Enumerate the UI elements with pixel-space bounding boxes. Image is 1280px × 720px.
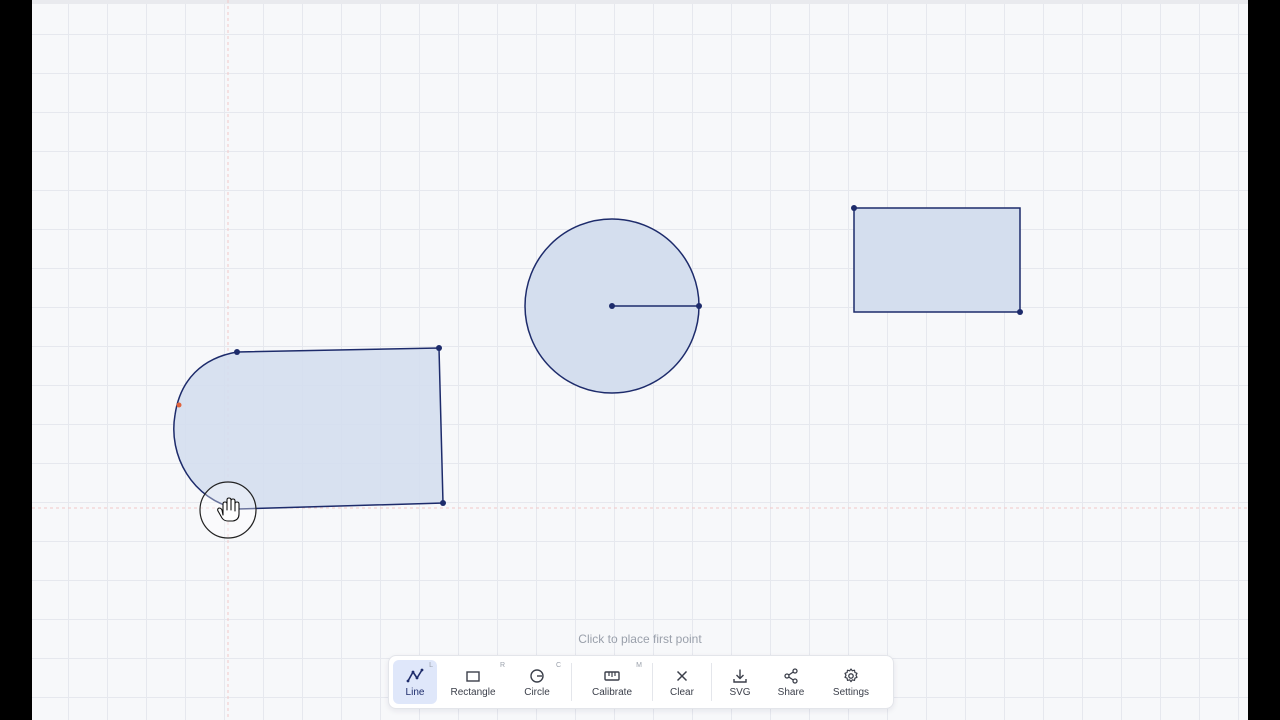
pending-vertex-handle[interactable] bbox=[176, 402, 182, 408]
toolbar-divider bbox=[652, 663, 653, 701]
shortcut-key: M bbox=[636, 662, 642, 669]
drawing-canvas[interactable] bbox=[32, 0, 1248, 720]
polyline-shape[interactable] bbox=[173, 347, 444, 510]
tool-label: Clear bbox=[670, 686, 694, 698]
export-svg-button[interactable]: SVG bbox=[718, 660, 762, 704]
share-icon bbox=[784, 667, 798, 684]
tool-circle-button[interactable]: Circle C bbox=[509, 660, 565, 704]
rectangle-corner-handle[interactable] bbox=[851, 205, 857, 211]
polyline-icon bbox=[406, 668, 424, 682]
ruler-icon bbox=[604, 670, 620, 681]
clear-button[interactable]: Clear bbox=[659, 660, 705, 704]
grab-hand-icon bbox=[199, 481, 257, 539]
rectangle-icon bbox=[466, 670, 480, 682]
status-hint: Click to place first point bbox=[578, 632, 702, 646]
circle-icon bbox=[530, 668, 544, 683]
tool-label: Settings bbox=[832, 686, 870, 698]
close-icon bbox=[676, 670, 688, 681]
shortcut-key: C bbox=[555, 662, 561, 669]
vertex-handle[interactable] bbox=[436, 345, 442, 351]
share-button[interactable]: Share bbox=[762, 660, 820, 704]
download-icon bbox=[733, 669, 747, 683]
tool-line-button[interactable]: Line L bbox=[393, 660, 437, 704]
tool-label: SVG bbox=[729, 686, 751, 698]
shortcut-key: R bbox=[499, 662, 505, 669]
tool-label: Rectangle bbox=[450, 686, 496, 698]
tool-rectangle-button[interactable]: Rectangle R bbox=[437, 660, 509, 704]
vertex-handle[interactable] bbox=[440, 500, 446, 506]
circle-radius-handle[interactable] bbox=[696, 303, 702, 309]
toolbar-divider bbox=[571, 663, 572, 701]
circle-center-handle[interactable] bbox=[609, 303, 615, 309]
tool-label: Circle bbox=[524, 686, 550, 698]
tool-calibrate-button[interactable]: Calibrate M bbox=[578, 660, 646, 704]
vertex-handle[interactable] bbox=[234, 349, 240, 355]
rectangle-corner-handle[interactable] bbox=[1017, 309, 1023, 315]
shortcut-key: L bbox=[429, 662, 433, 669]
toolbar-divider bbox=[711, 663, 712, 701]
tool-label: Calibrate bbox=[591, 686, 633, 698]
bottom-toolbar: Line L Rectangle R Circle C Calibrate M … bbox=[388, 655, 894, 709]
tool-label: Share bbox=[777, 686, 805, 698]
gear-icon bbox=[844, 667, 858, 682]
rectangle-shape[interactable] bbox=[853, 207, 1021, 313]
settings-button[interactable]: Settings bbox=[820, 660, 882, 704]
drawing-app: Click to place first point Line L Rectan… bbox=[32, 0, 1248, 720]
tool-label: Line bbox=[405, 686, 425, 698]
